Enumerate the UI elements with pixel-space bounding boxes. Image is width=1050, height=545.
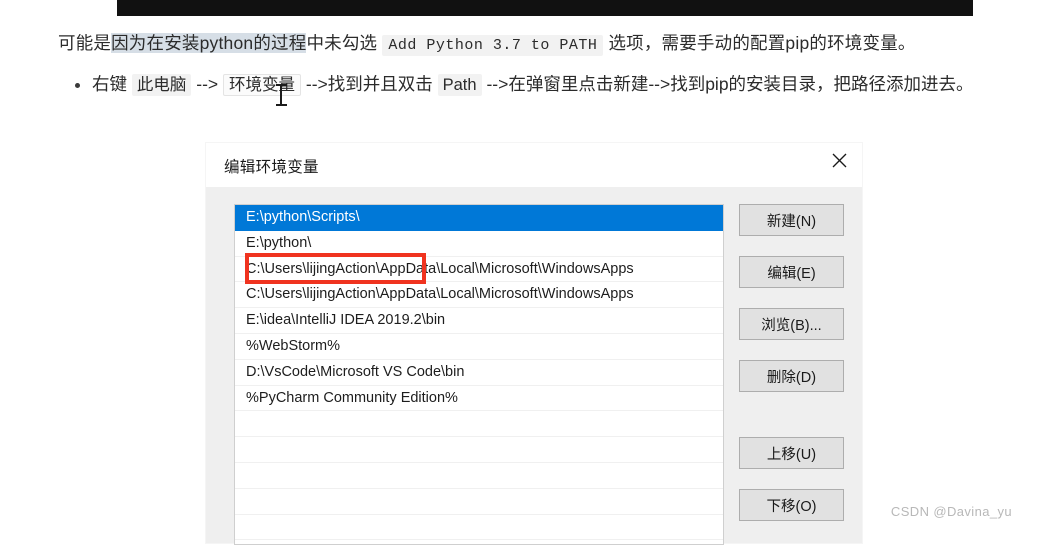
paragraph-post-text: 选项，需要手动的配置pip的环境变量。 xyxy=(608,33,916,53)
list-item[interactable]: E:\python\ xyxy=(235,231,723,257)
delete-button[interactable]: 删除(D) xyxy=(739,360,844,392)
list-item[interactable]: %WebStorm% xyxy=(235,334,723,360)
page-top-black-bar xyxy=(117,0,973,16)
steps-list: 右键 此电脑 --> 环境变量 -->找到并且双击 Path -->在弹窗里点击… xyxy=(58,68,1018,102)
intro-paragraph: 可能是因为在安装python的过程中未勾选 Add Python 3.7 to … xyxy=(58,30,1018,59)
move-up-button[interactable]: 上移(U) xyxy=(739,437,844,469)
inline-code-add-python-path: Add Python 3.7 to PATH xyxy=(382,35,604,56)
list-item[interactable]: D:\VsCode\Microsoft VS Code\bin xyxy=(235,360,723,386)
dialog-button-column: 新建(N) 编辑(E) 浏览(B)... 删除(D) 上移(U) 下移(O) xyxy=(739,204,844,521)
dialog-body: E:\python\Scripts\ E:\python\ C:\Users\l… xyxy=(206,187,862,545)
dialog-title: 编辑环境变量 xyxy=(224,159,319,176)
list-item[interactable]: E:\python\Scripts\ xyxy=(235,205,723,231)
inline-code-env-variables: 环境变量 xyxy=(223,74,301,96)
new-button[interactable]: 新建(N) xyxy=(739,204,844,236)
edit-button[interactable]: 编辑(E) xyxy=(739,256,844,288)
list-item[interactable] xyxy=(235,515,723,541)
list-item[interactable]: %PyCharm Community Edition% xyxy=(235,386,723,412)
paragraph-mid-text: 中未勾选 xyxy=(306,33,378,53)
csdn-watermark: CSDN @Davina_yu xyxy=(890,504,1012,519)
inline-code-this-pc: 此电脑 xyxy=(131,74,192,96)
list-item[interactable]: E:\idea\IntelliJ IDEA 2019.2\bin xyxy=(235,308,723,334)
close-icon[interactable] xyxy=(816,143,862,177)
path-entries-list[interactable]: E:\python\Scripts\ E:\python\ C:\Users\l… xyxy=(234,204,724,545)
list-item[interactable] xyxy=(235,411,723,438)
list-item[interactable] xyxy=(235,437,723,463)
list-item[interactable] xyxy=(235,540,723,544)
dialog-titlebar: 编辑环境变量 xyxy=(206,143,862,187)
paragraph-pre-text: 可能是 xyxy=(58,33,112,53)
edit-environment-variable-dialog: 编辑环境变量 E:\python\Scripts\ E:\python\ C:\… xyxy=(206,143,862,545)
step-text-4: -->在弹窗里点击新建-->找到pip的安装目录，把路径添加进去。 xyxy=(486,74,974,94)
inline-code-path: Path xyxy=(437,74,482,96)
list-item[interactable] xyxy=(235,489,723,515)
paragraph-selected-text: 因为在安装python的过程 xyxy=(111,33,307,53)
step-text-2: --> xyxy=(196,74,219,94)
step-text-3: -->找到并且双击 xyxy=(305,74,433,94)
list-item[interactable] xyxy=(235,463,723,489)
move-down-button[interactable]: 下移(O) xyxy=(739,489,844,521)
browse-button[interactable]: 浏览(B)... xyxy=(739,308,844,340)
list-item[interactable]: C:\Users\lijingAction\AppData\Local\Micr… xyxy=(235,282,723,309)
list-item: 右键 此电脑 --> 环境变量 -->找到并且双击 Path -->在弹窗里点击… xyxy=(58,68,1018,102)
list-item[interactable]: C:\Users\lijingAction\AppData\Local\Micr… xyxy=(235,257,723,283)
step-text-1: 右键 xyxy=(92,74,127,94)
